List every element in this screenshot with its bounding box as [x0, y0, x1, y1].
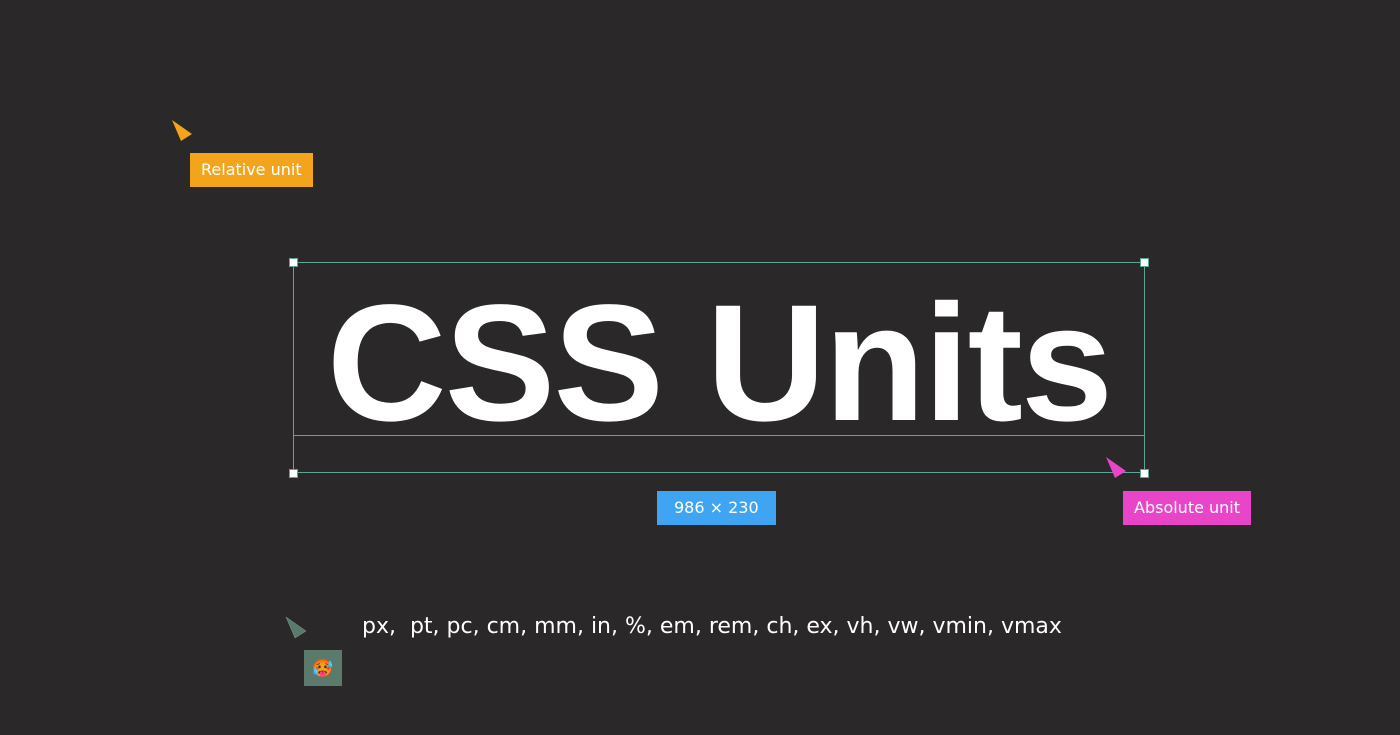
canvas-title-text[interactable]: CSS Units	[293, 262, 1145, 473]
collaborator-tag-absolute: Absolute unit	[1123, 491, 1252, 525]
dimension-badge: 986 × 230	[657, 491, 776, 525]
cursor-pointer-icon	[1104, 456, 1130, 482]
cursor-pointer-icon	[284, 616, 310, 642]
cursor-pointer-icon	[170, 119, 196, 145]
design-canvas[interactable]: Relative unit CSS Units 986 × 230 Absolu…	[0, 0, 1400, 735]
collaborator-tag-relative: Relative unit	[190, 153, 313, 187]
units-list-text[interactable]: px, pt, pc, cm, mm, in, %, em, rem, ch, …	[362, 612, 1062, 642]
collaborator-avatar: 🥵	[304, 650, 342, 686]
